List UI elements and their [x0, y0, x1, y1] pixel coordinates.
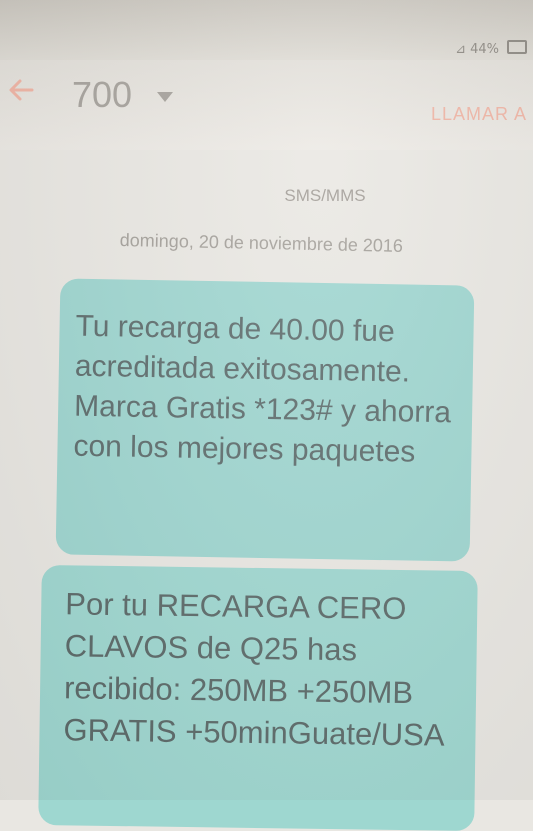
channel-label: SMS/MMS — [284, 186, 366, 205]
status-text: ⊿ 44% — [455, 42, 499, 57]
date-divider: domingo, 20 de noviembre de 2016 — [119, 230, 404, 256]
message-text: Por tu RECARGA CERO CLAVOS de Q25 has re… — [63, 586, 445, 753]
chevron-down-icon[interactable] — [156, 90, 174, 102]
conversation-header: 700 LLAMAR A — [0, 60, 533, 150]
call-button[interactable]: LLAMAR A — [431, 104, 527, 125]
status-bar: ⊿ 44% — [0, 0, 533, 60]
message-text: Tu recarga de 40.00 fue acreditada exito… — [73, 309, 452, 469]
message-bubble[interactable]: Por tu RECARGA CERO CLAVOS de Q25 has re… — [38, 564, 478, 831]
message-bubble[interactable]: Tu recarga de 40.00 fue acreditada exito… — [55, 278, 475, 562]
contact-name[interactable]: 700 — [72, 74, 132, 116]
battery-icon — [507, 40, 527, 54]
back-arrow-icon[interactable] — [6, 76, 36, 104]
